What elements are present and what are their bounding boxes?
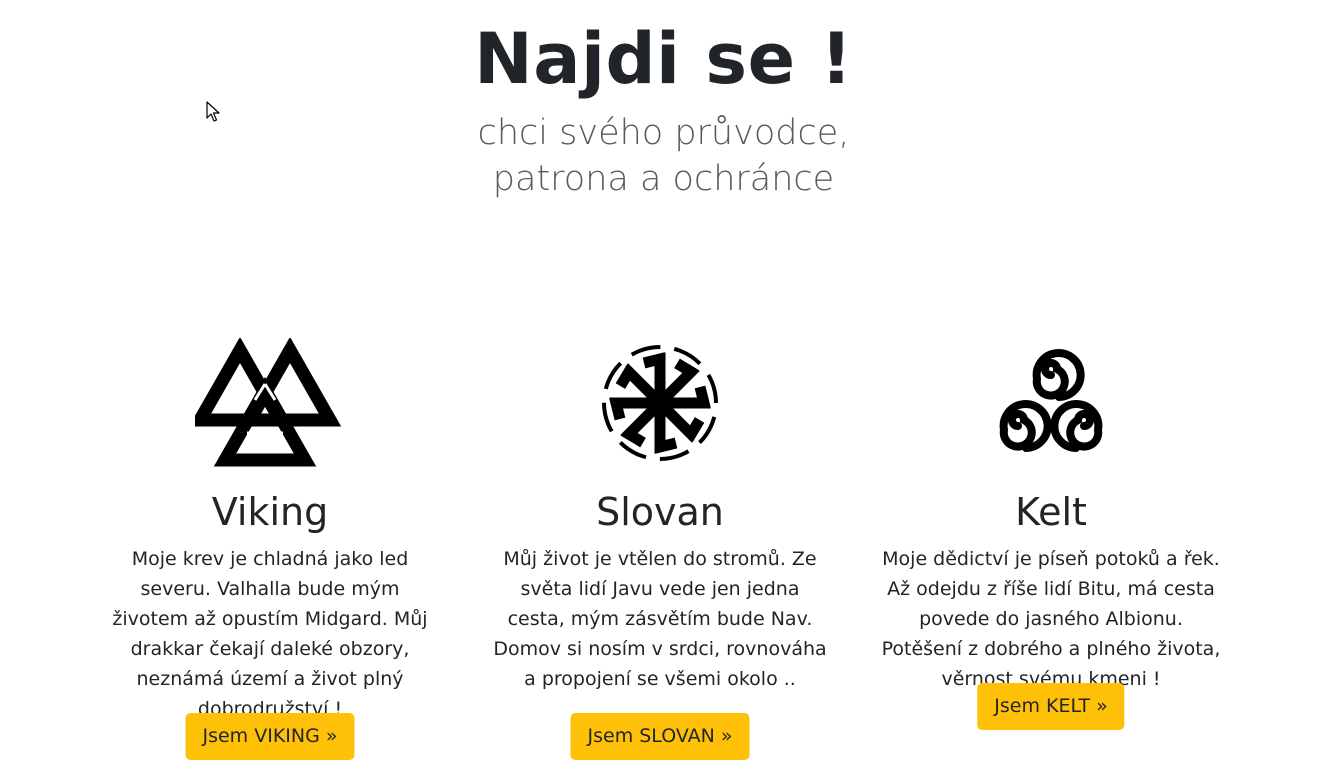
kelt-title: Kelt: [1015, 490, 1087, 534]
viking-text: Moje krev je chladná jako led severu. Va…: [112, 548, 428, 720]
hero-lead-line-2: patrona a ochránce: [492, 159, 835, 199]
triskele-icon: [866, 338, 1236, 468]
mouse-cursor-icon: [206, 101, 220, 122]
hero-lead-line-1: chci svého průvodce,: [477, 113, 850, 153]
slovan-title: Slovan: [596, 490, 724, 534]
slovan-button[interactable]: Jsem SLOVAN »: [570, 713, 750, 760]
valknut-icon: [85, 338, 455, 468]
kelt-button[interactable]: Jsem KELT »: [977, 683, 1125, 730]
viking-button[interactable]: Jsem VIKING »: [185, 713, 355, 760]
hero-lead: chci svého průvodce, patrona a ochránce: [0, 110, 1327, 202]
slovan-text: Můj život je vtělen do stromů. Ze světa …: [493, 548, 827, 690]
page-title: Najdi se !: [474, 18, 853, 100]
kelt-text: Moje dědictví je píseň potoků a řek. Až …: [881, 548, 1221, 690]
viking-title: Viking: [211, 490, 329, 534]
kolovrat-icon: [475, 338, 845, 468]
